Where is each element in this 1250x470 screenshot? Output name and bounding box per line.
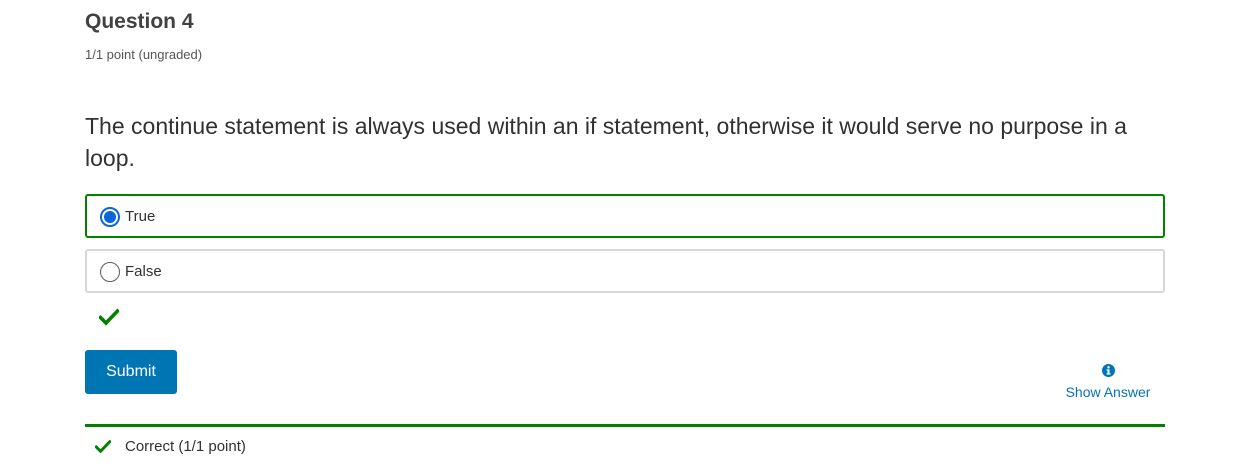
- radio-false[interactable]: [100, 262, 120, 282]
- question-text: The continue statement is always used wi…: [85, 113, 1127, 171]
- question-points: 1/1 point (ungraded): [85, 47, 203, 62]
- radio-selected-dot: [104, 211, 116, 223]
- problem-block: Question 4 1/1 point (ungraded) The cont…: [85, 0, 1165, 470]
- show-answer-button[interactable]: Show Answer: [1045, 364, 1171, 404]
- choice-false[interactable]: False: [85, 249, 1165, 293]
- choice-label-false: False: [125, 263, 162, 280]
- question-title: Question 4: [85, 10, 194, 33]
- choice-true[interactable]: True: [85, 194, 1165, 238]
- show-answer-label: Show Answer: [1065, 384, 1151, 400]
- submit-button[interactable]: Submit: [85, 350, 177, 394]
- checkmark-icon: [95, 439, 111, 454]
- notification-divider: [85, 424, 1165, 427]
- notification-message: Correct (1/1 point): [125, 438, 246, 455]
- info-icon: [1101, 364, 1115, 377]
- checkmark-icon: [99, 308, 119, 326]
- choice-label-true: True: [125, 208, 156, 225]
- radio-true[interactable]: [100, 207, 120, 227]
